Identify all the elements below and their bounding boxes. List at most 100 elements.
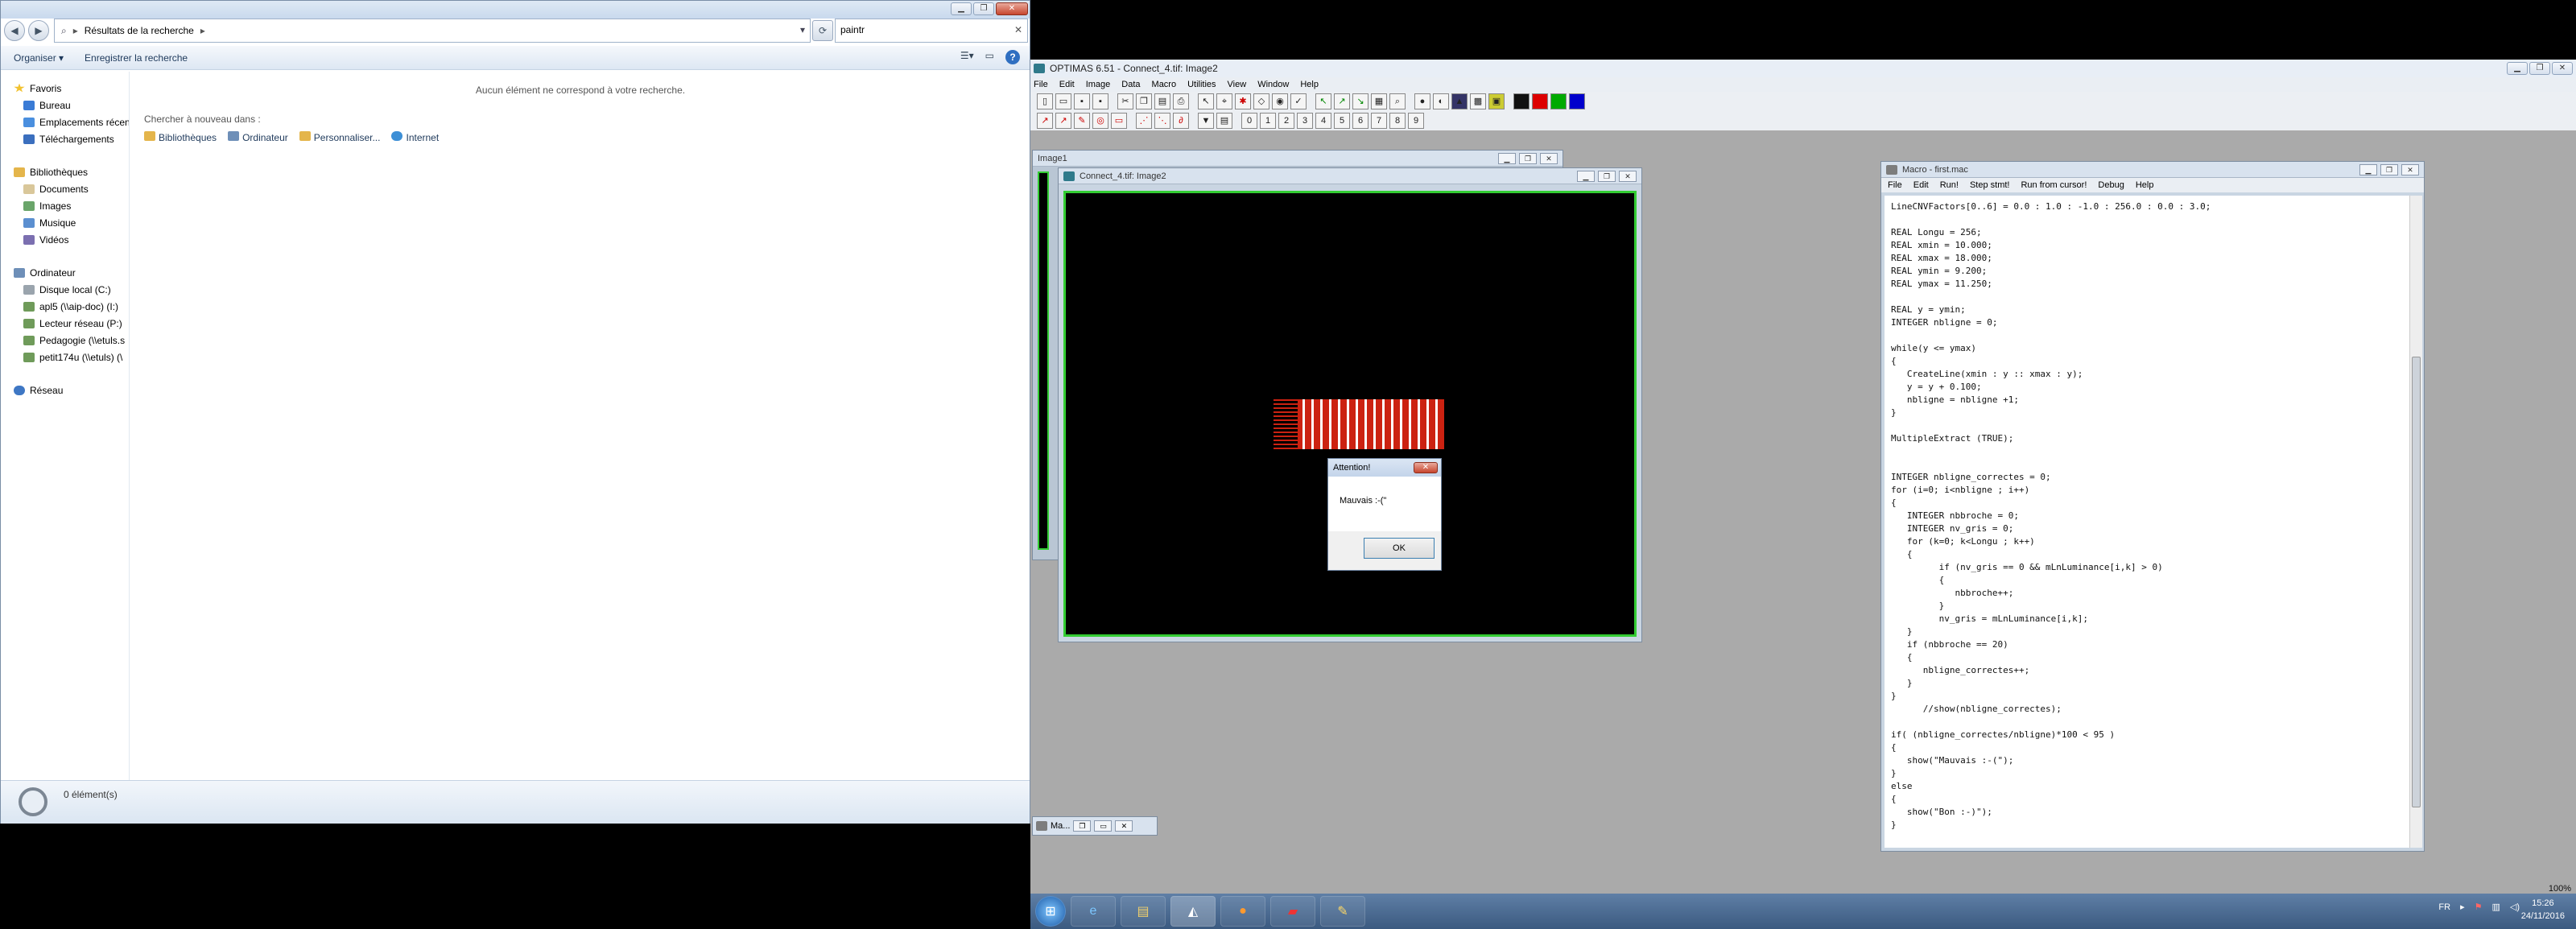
refresh-icon[interactable]: ⟳: [812, 20, 833, 41]
macro-menu-file[interactable]: File: [1888, 180, 1902, 190]
calc-icon[interactable]: ▤: [1216, 113, 1232, 129]
red-swatch-icon[interactable]: [1532, 93, 1548, 109]
tool-icon[interactable]: ✱: [1235, 93, 1251, 109]
clock[interactable]: 15:26 24/11/2016: [2521, 897, 2565, 923]
red-tool-icon[interactable]: ↗: [1037, 113, 1053, 129]
nav-item-drive-i[interactable]: apl5 (\\aip-doc) (I:): [14, 298, 129, 315]
menu-view[interactable]: View: [1228, 80, 1247, 89]
save-as-icon[interactable]: ▪: [1092, 93, 1108, 109]
menu-file[interactable]: File: [1034, 80, 1048, 89]
nav-item-music[interactable]: Musique: [14, 214, 129, 231]
minimize-button[interactable]: ▁: [951, 2, 972, 15]
red-tool-icon[interactable]: ◎: [1092, 113, 1108, 129]
search-computer-link[interactable]: Ordinateur: [228, 131, 288, 143]
minimize-button[interactable]: ▁: [2359, 163, 2377, 175]
digit-button-8[interactable]: 8: [1389, 113, 1406, 129]
arrow-green-icon[interactable]: ↖: [1315, 93, 1331, 109]
cut-icon[interactable]: ✂: [1117, 93, 1133, 109]
help-icon[interactable]: ?: [1005, 50, 1020, 64]
grid-icon[interactable]: ▦: [1371, 93, 1387, 109]
nav-item-downloads[interactable]: Téléchargements: [14, 130, 129, 147]
close-button[interactable]: ✕: [2401, 163, 2419, 175]
macro-menu-run-from-cursor[interactable]: Run from cursor!: [2021, 180, 2087, 190]
red-tool-icon[interactable]: ⋰: [1136, 113, 1152, 129]
macro-scrollbar[interactable]: [2409, 196, 2422, 848]
circle-icon[interactable]: ◐: [1433, 93, 1449, 109]
digit-button-2[interactable]: 2: [1278, 113, 1294, 129]
view-options-icon[interactable]: ☰▾: [960, 50, 974, 64]
search-libraries-link[interactable]: Bibliothèques: [144, 131, 217, 143]
menu-edit[interactable]: Edit: [1059, 80, 1075, 89]
macro-menu-help[interactable]: Help: [2136, 180, 2154, 190]
file-explorer-icon[interactable]: ▤: [1121, 896, 1166, 927]
macro-code[interactable]: LineCNVFactors[0..6] = 0.0 : 1.0 : -1.0 …: [1885, 196, 2409, 832]
digit-button-7[interactable]: 7: [1371, 113, 1387, 129]
pointer-icon[interactable]: ↖: [1198, 93, 1214, 109]
digit-button-4[interactable]: 4: [1315, 113, 1331, 129]
maximize-button[interactable]: ❐: [1519, 152, 1537, 164]
tool-icon[interactable]: ◉: [1272, 93, 1288, 109]
optimas-taskbar-icon[interactable]: ◭: [1170, 896, 1216, 927]
check-icon[interactable]: ✓: [1290, 93, 1307, 109]
back-button[interactable]: ◀: [4, 20, 25, 41]
nav-item-documents[interactable]: Documents: [14, 180, 129, 197]
nav-favorites[interactable]: Favoris: [14, 80, 129, 97]
network-icon[interactable]: ▥: [2491, 902, 2500, 912]
nav-item-drive-p[interactable]: Lecteur réseau (P:): [14, 315, 129, 332]
green-swatch-icon[interactable]: [1550, 93, 1567, 109]
tool-icon[interactable]: ◇: [1253, 93, 1269, 109]
search-internet-link[interactable]: Internet: [391, 131, 439, 143]
forward-button[interactable]: ▶: [28, 20, 49, 41]
ok-button[interactable]: OK: [1364, 538, 1435, 559]
nav-libraries[interactable]: Bibliothèques: [14, 163, 129, 180]
maximize-button[interactable]: ❐: [973, 2, 994, 15]
maximize-button[interactable]: ❐: [1598, 170, 1616, 182]
minimize-button[interactable]: ▁: [1498, 152, 1516, 164]
paste-icon[interactable]: ▤: [1154, 93, 1170, 109]
menu-data[interactable]: Data: [1121, 80, 1140, 89]
address-bar[interactable]: ⌕ ▸ Résultats de la recherche ▸ ▾: [54, 19, 811, 43]
image2-window[interactable]: Connect_4.tif: Image2 ▁ ❐ ✕ Attention! ✕…: [1058, 167, 1642, 642]
arrow-green-icon[interactable]: ↗: [1334, 93, 1350, 109]
nav-item-images[interactable]: Images: [14, 197, 129, 214]
digit-button-9[interactable]: 9: [1408, 113, 1424, 129]
digit-button-3[interactable]: 3: [1297, 113, 1313, 129]
macro-menu-edit[interactable]: Edit: [1913, 180, 1929, 190]
dropdown-icon[interactable]: ▾: [800, 24, 805, 35]
image-icon[interactable]: ▩: [1470, 93, 1486, 109]
close-button[interactable]: ✕: [996, 2, 1028, 15]
image-icon[interactable]: ▲: [1451, 93, 1468, 109]
nav-item-petit[interactable]: petit174u (\\etuls) (\: [14, 349, 129, 365]
acrobat-icon[interactable]: ▰: [1270, 896, 1315, 927]
language-indicator[interactable]: FR: [2438, 902, 2450, 912]
internet-explorer-icon[interactable]: e: [1071, 896, 1116, 927]
macro-editor[interactable]: LineCNVFactors[0..6] = 0.0 : 1.0 : -1.0 …: [1885, 196, 2409, 848]
search-input[interactable]: paintr ✕: [835, 19, 1028, 43]
preview-pane-icon[interactable]: ▭: [985, 50, 994, 64]
dropdown-icon[interactable]: ▼: [1198, 113, 1214, 129]
new-icon[interactable]: ▯: [1037, 93, 1053, 109]
circle-icon[interactable]: ●: [1414, 93, 1430, 109]
red-tool-icon[interactable]: ▭: [1111, 113, 1127, 129]
arrow-green-icon[interactable]: ↘: [1352, 93, 1368, 109]
close-button[interactable]: ✕: [1540, 152, 1558, 164]
menu-help[interactable]: Help: [1300, 80, 1319, 89]
dialog-close-button[interactable]: ✕: [1414, 462, 1438, 473]
nav-computer[interactable]: Ordinateur: [14, 264, 129, 281]
menu-window[interactable]: Window: [1257, 80, 1289, 89]
nav-item-drive-c[interactable]: Disque local (C:): [14, 281, 129, 298]
maximize-button[interactable]: ▭: [1094, 820, 1113, 832]
menu-macro[interactable]: Macro: [1152, 80, 1177, 89]
minimize-button[interactable]: ▁: [2507, 62, 2528, 75]
save-icon[interactable]: ▪: [1074, 93, 1090, 109]
macro-menu-run[interactable]: Run!: [1940, 180, 1959, 190]
close-button[interactable]: ✕: [2552, 62, 2573, 75]
macro-window[interactable]: Macro - first.mac ▁ ❐ ✕ File Edit Run! S…: [1880, 161, 2425, 852]
macro-menu-step[interactable]: Step stmt!: [1970, 180, 2010, 190]
menu-utilities[interactable]: Utilities: [1187, 80, 1216, 89]
nav-network[interactable]: Réseau: [14, 382, 129, 398]
print-icon[interactable]: ⎙: [1173, 93, 1189, 109]
save-search-button[interactable]: Enregistrer la recherche: [85, 52, 188, 64]
minimized-window[interactable]: Ma... ❐ ▭ ✕: [1032, 816, 1158, 836]
image-icon[interactable]: ▣: [1488, 93, 1505, 109]
